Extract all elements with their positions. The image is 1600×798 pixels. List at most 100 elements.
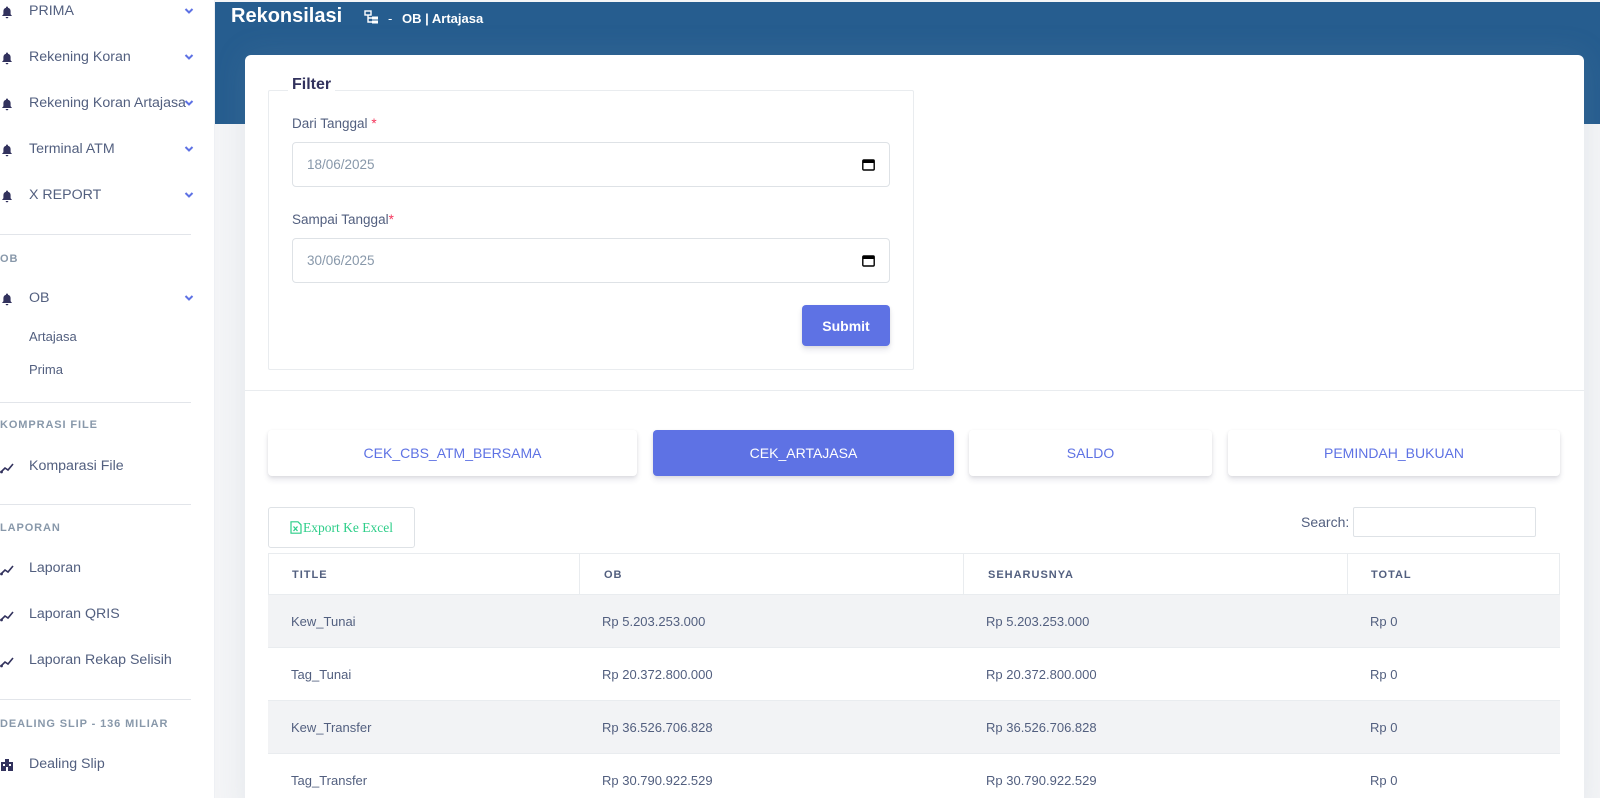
sidebar-item-laporan-rekap-selisih[interactable]: Laporan Rekap Selisih: [0, 646, 203, 676]
table-cell: Rp 36.526.706.828: [602, 720, 713, 735]
sidebar-subitem-artajasa[interactable]: Artajasa: [29, 329, 77, 344]
table-cell: Kew_Transfer: [291, 720, 372, 735]
table-cell: Tag_Tunai: [291, 667, 352, 682]
table-row: Tag_Transfer Rp 30.790.922.529 Rp 30.790…: [268, 754, 1560, 798]
sidebar-item-dealing-slip[interactable]: Dealing Slip: [0, 750, 203, 780]
chevron-down-icon: [184, 192, 194, 198]
export-excel-button[interactable]: Export Ke Excel: [268, 507, 415, 548]
sidebar-item-x-report[interactable]: X REPORT: [0, 181, 203, 211]
from-date-value: 18/06/2025: [307, 157, 375, 172]
chart-line-icon: [0, 565, 14, 576]
from-date-label-text: Dari Tanggal: [292, 116, 372, 131]
table-cell: Rp 20.372.800.000: [602, 667, 713, 682]
sidebar-item-label: Laporan Rekap Selisih: [29, 652, 172, 668]
sidebar-item-laporan[interactable]: Laporan: [0, 554, 203, 584]
sidebar-item-label: Komparasi File: [29, 458, 124, 474]
search-label: Search:: [1301, 514, 1350, 530]
table-cell: Rp 5.203.253.000: [986, 614, 1090, 629]
tab-pemindah-bukuan[interactable]: PEMINDAH_BUKUAN: [1228, 430, 1560, 476]
column-header[interactable]: OB: [604, 569, 623, 581]
column-header[interactable]: TOTAL: [1371, 569, 1412, 581]
table-header: TITLE OB SEHARUSNYA TOTAL: [268, 553, 1560, 596]
sidebar-section-ob: OB: [0, 253, 19, 265]
to-date-value: 30/06/2025: [307, 253, 375, 268]
chart-line-icon: [0, 463, 14, 474]
excel-file-icon: [290, 521, 302, 534]
table-cell: Kew_Tunai: [291, 614, 356, 629]
tab-cek-artajasa[interactable]: CEK_ARTAJASA: [653, 430, 954, 476]
sitemap-icon: [364, 10, 378, 24]
bell-icon: [2, 293, 12, 306]
sidebar-divider: [0, 234, 191, 235]
search-input[interactable]: [1353, 507, 1536, 537]
sidebar-item-label: Terminal ATM: [29, 141, 115, 157]
required-mark: *: [388, 212, 394, 227]
column-divider: [579, 554, 580, 596]
breadcrumb[interactable]: OB | Artajasa: [402, 11, 483, 26]
filter-legend: Filter: [288, 76, 336, 94]
chevron-down-icon: [184, 146, 194, 152]
sidebar-item-label: Laporan QRIS: [29, 606, 120, 622]
sidebar-item-label: Laporan: [29, 560, 82, 576]
to-date-label: Sampai Tanggal*: [292, 212, 394, 227]
sidebar-section-dealing: DEALING SLIP - 136 MILIAR: [0, 718, 169, 730]
table-row: Kew_Transfer Rp 36.526.706.828 Rp 36.526…: [268, 701, 1560, 754]
page-title: Rekonsilasi: [231, 5, 343, 27]
bell-icon: [2, 98, 12, 111]
sidebar: PRIMA Rekening Koran Rekening Koran Arta…: [0, 0, 215, 798]
chevron-down-icon: [184, 8, 194, 14]
table-cell: Rp 5.203.253.000: [602, 614, 706, 629]
sidebar-section-komparasi: KOMPRASI FILE: [0, 419, 98, 431]
sidebar-subitem-prima[interactable]: Prima: [29, 362, 63, 377]
sidebar-item-rekening-koran-artajasa[interactable]: Rekening Koran Artajasa: [0, 89, 203, 119]
from-date-label: Dari Tanggal *: [292, 116, 377, 131]
table-cell: Rp 0: [1370, 667, 1398, 682]
sidebar-item-komparasi-file[interactable]: Komparasi File: [0, 452, 203, 482]
breadcrumb-separator: -: [388, 11, 393, 26]
bell-icon: [2, 6, 12, 19]
sidebar-item-rekening-koran[interactable]: Rekening Koran: [0, 43, 203, 73]
table-cell: Rp 0: [1370, 614, 1398, 629]
sidebar-item-label: Dealing Slip: [29, 756, 105, 772]
sidebar-divider: [0, 699, 191, 700]
column-header[interactable]: SEHARUSNYA: [988, 569, 1074, 581]
submit-button[interactable]: Submit: [802, 305, 890, 346]
table-cell: Tag_Transfer: [291, 773, 368, 788]
column-header[interactable]: TITLE: [292, 569, 328, 581]
sidebar-item-terminal-atm[interactable]: Terminal ATM: [0, 135, 203, 165]
to-date-label-text: Sampai Tanggal: [292, 212, 389, 227]
calendar-icon[interactable]: [862, 158, 875, 171]
sidebar-section-laporan: LAPORAN: [0, 522, 61, 534]
table-cell: Rp 20.372.800.000: [986, 667, 1097, 682]
chart-line-icon: [0, 611, 14, 622]
sidebar-item-label: Rekening Koran Artajasa: [29, 95, 186, 111]
table-cell: Rp 36.526.706.828: [986, 720, 1097, 735]
sidebar-item-prima[interactable]: PRIMA: [0, 0, 203, 27]
sidebar-item-label: X REPORT: [29, 187, 102, 203]
sidebar-item-label: OB: [29, 290, 50, 306]
sidebar-divider: [0, 402, 191, 403]
sidebar-item-ob[interactable]: OB: [0, 284, 203, 314]
table-cell: Rp 0: [1370, 773, 1398, 788]
chevron-down-icon: [184, 54, 194, 60]
export-excel-label: Export Ke Excel: [303, 519, 393, 535]
chart-line-icon: [0, 657, 14, 668]
from-date-input[interactable]: 18/06/2025: [292, 142, 890, 187]
calendar-icon[interactable]: [862, 254, 875, 267]
to-date-input[interactable]: 30/06/2025: [292, 238, 890, 283]
table-row: Tag_Tunai Rp 20.372.800.000 Rp 20.372.80…: [268, 648, 1560, 701]
table-cell: Rp 30.790.922.529: [602, 773, 713, 788]
tab-saldo[interactable]: SALDO: [969, 430, 1212, 476]
bell-icon: [2, 52, 12, 65]
sidebar-divider: [0, 504, 191, 505]
building-icon: [1, 759, 13, 771]
sidebar-item-laporan-qris[interactable]: Laporan QRIS: [0, 600, 203, 630]
bell-icon: [2, 190, 12, 203]
bell-icon: [2, 144, 12, 157]
chevron-down-icon: [184, 100, 194, 106]
table-row: Kew_Tunai Rp 5.203.253.000 Rp 5.203.253.…: [268, 595, 1560, 648]
sidebar-item-label: Rekening Koran: [29, 49, 131, 65]
table-cell: Rp 30.790.922.529: [986, 773, 1097, 788]
tab-cek-cbs-atm-bersama[interactable]: CEK_CBS_ATM_BERSAMA: [268, 430, 637, 476]
column-divider: [1347, 554, 1348, 596]
